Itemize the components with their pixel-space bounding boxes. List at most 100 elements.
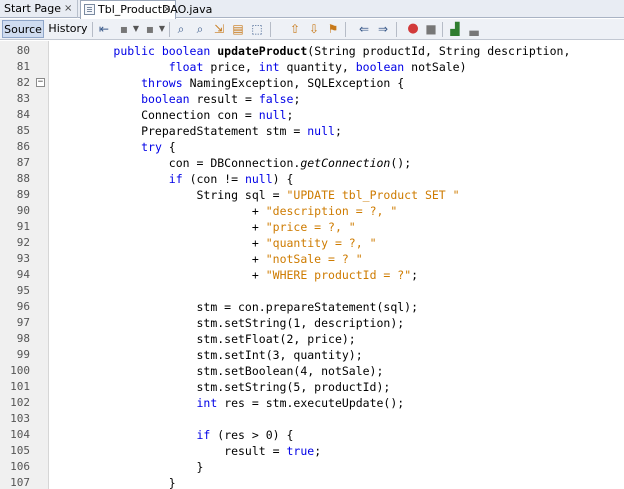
find-previous-icon[interactable]: ⌕ — [192, 21, 208, 37]
toggle-bookmark-icon[interactable]: ⚑ — [325, 21, 341, 37]
code-line[interactable]: 86 try { — [0, 139, 624, 155]
shift-right-icon[interactable]: ⇒ — [375, 21, 391, 37]
code-token: public boolean — [113, 44, 218, 58]
source-button[interactable]: Source — [2, 20, 44, 38]
code-line[interactable]: 82− throws NamingException, SQLException… — [0, 75, 624, 91]
close-icon[interactable]: × — [163, 1, 171, 18]
code-line[interactable]: 83 boolean result = false; — [0, 91, 624, 107]
code-token: ; — [286, 108, 294, 122]
code-line[interactable]: 103 — [0, 411, 624, 427]
code-line[interactable]: 92 + "quantity = ?, " — [0, 235, 624, 251]
code-line[interactable]: 97 stm.setString(1, description); — [0, 315, 624, 331]
code-token: + — [58, 236, 266, 250]
code-line[interactable]: 85 PreparedStatement stm = null; — [0, 123, 624, 139]
code-text: } — [58, 459, 203, 475]
code-text: try { — [58, 139, 176, 155]
code-token: stm.setString(5, productId); — [58, 380, 391, 394]
next-bookmark-icon[interactable]: ⇩ — [306, 21, 322, 37]
code-token: null — [307, 124, 335, 138]
find-selection-icon[interactable]: ⌕ — [173, 21, 189, 37]
code-token: false — [258, 92, 294, 106]
code-line[interactable]: 88 if (con != null) { — [0, 171, 624, 187]
code-line[interactable]: 87 con = DBConnection.getConnection(); — [0, 155, 624, 171]
code-line[interactable]: 89 String sql = "UPDATE tbl_Product SET … — [0, 187, 624, 203]
shift-left-icon[interactable]: ⇐ — [356, 21, 372, 37]
code-editor[interactable]: 80 public boolean updateProduct(String p… — [0, 41, 624, 489]
code-line[interactable]: 99 stm.setInt(3, quantity); — [0, 347, 624, 363]
code-line[interactable]: 100 stm.setBoolean(4, notSale); — [0, 363, 624, 379]
line-number: 85 — [16, 124, 30, 137]
toolbar-separator — [270, 22, 271, 37]
diff-icon[interactable]: ▃ — [466, 21, 482, 37]
code-token: Connection con = — [58, 108, 259, 122]
tab-start-page-label: Start Page — [4, 2, 61, 15]
chevron-down-icon[interactable]: ▼ — [132, 21, 140, 37]
code-token: true — [286, 444, 315, 458]
code-token: (con != — [182, 172, 245, 186]
code-token: "quantity = ?, " — [265, 236, 377, 250]
start-macro-recording-icon[interactable]: ● — [405, 21, 421, 37]
code-line[interactable]: 80 public boolean updateProduct(String p… — [0, 43, 624, 59]
editor-toolbar: Source History ⇤ ▪ ▼ ▪ ▼ ⌕ ⌕ ⇲ ▤ ⬚ ⇧ ⇩ ⚑… — [0, 19, 624, 40]
code-line[interactable]: 102 int res = stm.executeUpdate(); — [0, 395, 624, 411]
code-token: PreparedStatement stm = — [58, 124, 308, 138]
code-token: stm.setString(1, description); — [58, 316, 405, 330]
code-line[interactable]: 90 + "description = ?, " — [0, 203, 624, 219]
code-line[interactable]: 84 Connection con = null; — [0, 107, 624, 123]
code-text: stm.setString(5, productId); — [58, 379, 390, 395]
last-edit-icon[interactable]: ⇤ — [96, 21, 112, 37]
line-number: 80 — [16, 44, 30, 57]
line-number: 84 — [16, 108, 30, 121]
toggle-rect-selection-icon[interactable]: ⬚ — [249, 21, 265, 37]
code-token: throws — [141, 76, 183, 90]
code-line[interactable]: 105 result = true; — [0, 443, 624, 459]
line-number: 83 — [16, 92, 30, 105]
code-token: ; — [293, 92, 301, 106]
line-number: 102 — [10, 396, 30, 409]
fold-collapse-icon[interactable]: − — [36, 78, 45, 87]
toggle-highlight-icon[interactable]: ▤ — [230, 21, 246, 37]
code-token: stm = con.prepareStatement(sql); — [58, 300, 419, 314]
code-text: + "notSale = ? " — [58, 251, 363, 267]
code-line[interactable]: 101 stm.setString(5, productId); — [0, 379, 624, 395]
history-button[interactable]: History — [47, 20, 89, 38]
code-token: "description = ?, " — [265, 204, 398, 218]
code-text: stm = con.prepareStatement(sql); — [58, 299, 418, 315]
tab-tbl-productdao[interactable]: Tbl_ProductDAO.java × — [80, 0, 212, 19]
close-icon[interactable]: × — [64, 0, 72, 17]
code-token: "UPDATE tbl_Product SET " — [286, 188, 460, 202]
back-icon[interactable]: ▪ — [116, 21, 132, 37]
code-line[interactable]: 95 — [0, 283, 624, 299]
code-line[interactable]: 94 + "WHERE productId = ?"; — [0, 267, 624, 283]
code-text: float price, int quantity, boolean notSa… — [58, 59, 467, 75]
code-line[interactable]: 93 + "notSale = ? " — [0, 251, 624, 267]
find-next-icon[interactable]: ⇲ — [211, 21, 227, 37]
code-line[interactable]: 98 stm.setFloat(2, price); — [0, 331, 624, 347]
line-number: 88 — [16, 172, 30, 185]
chevron-down-icon[interactable]: ▼ — [158, 21, 166, 37]
code-line[interactable]: 106 } — [0, 459, 624, 475]
code-token: null — [258, 108, 287, 122]
code-line[interactable]: 96 stm = con.prepareStatement(sql); — [0, 299, 624, 315]
tab-start-page[interactable]: Start Page × — [0, 0, 78, 18]
code-text: if (con != null) { — [58, 171, 294, 187]
forward-icon[interactable]: ▪ — [142, 21, 158, 37]
code-token: result = — [58, 444, 287, 458]
code-line[interactable]: 81 float price, int quantity, boolean no… — [0, 59, 624, 75]
stop-macro-recording-icon[interactable]: ■ — [423, 21, 439, 37]
line-number: 101 — [10, 380, 30, 393]
code-token: String sql = — [58, 188, 287, 202]
code-token: + — [58, 252, 266, 266]
code-token: if — [168, 172, 183, 186]
code-text: + "description = ?, " — [58, 203, 397, 219]
code-token: notSale) — [404, 60, 467, 74]
code-line[interactable]: 104 if (res > 0) { — [0, 427, 624, 443]
code-token: result = — [189, 92, 259, 106]
line-number: 91 — [16, 220, 30, 233]
code-line[interactable]: 107 } — [0, 475, 624, 489]
code-token: price, — [203, 60, 259, 74]
previous-bookmark-icon[interactable]: ⇧ — [287, 21, 303, 37]
run-tests-icon[interactable]: ▟ — [447, 21, 463, 37]
code-line[interactable]: 91 + "price = ?, " — [0, 219, 624, 235]
